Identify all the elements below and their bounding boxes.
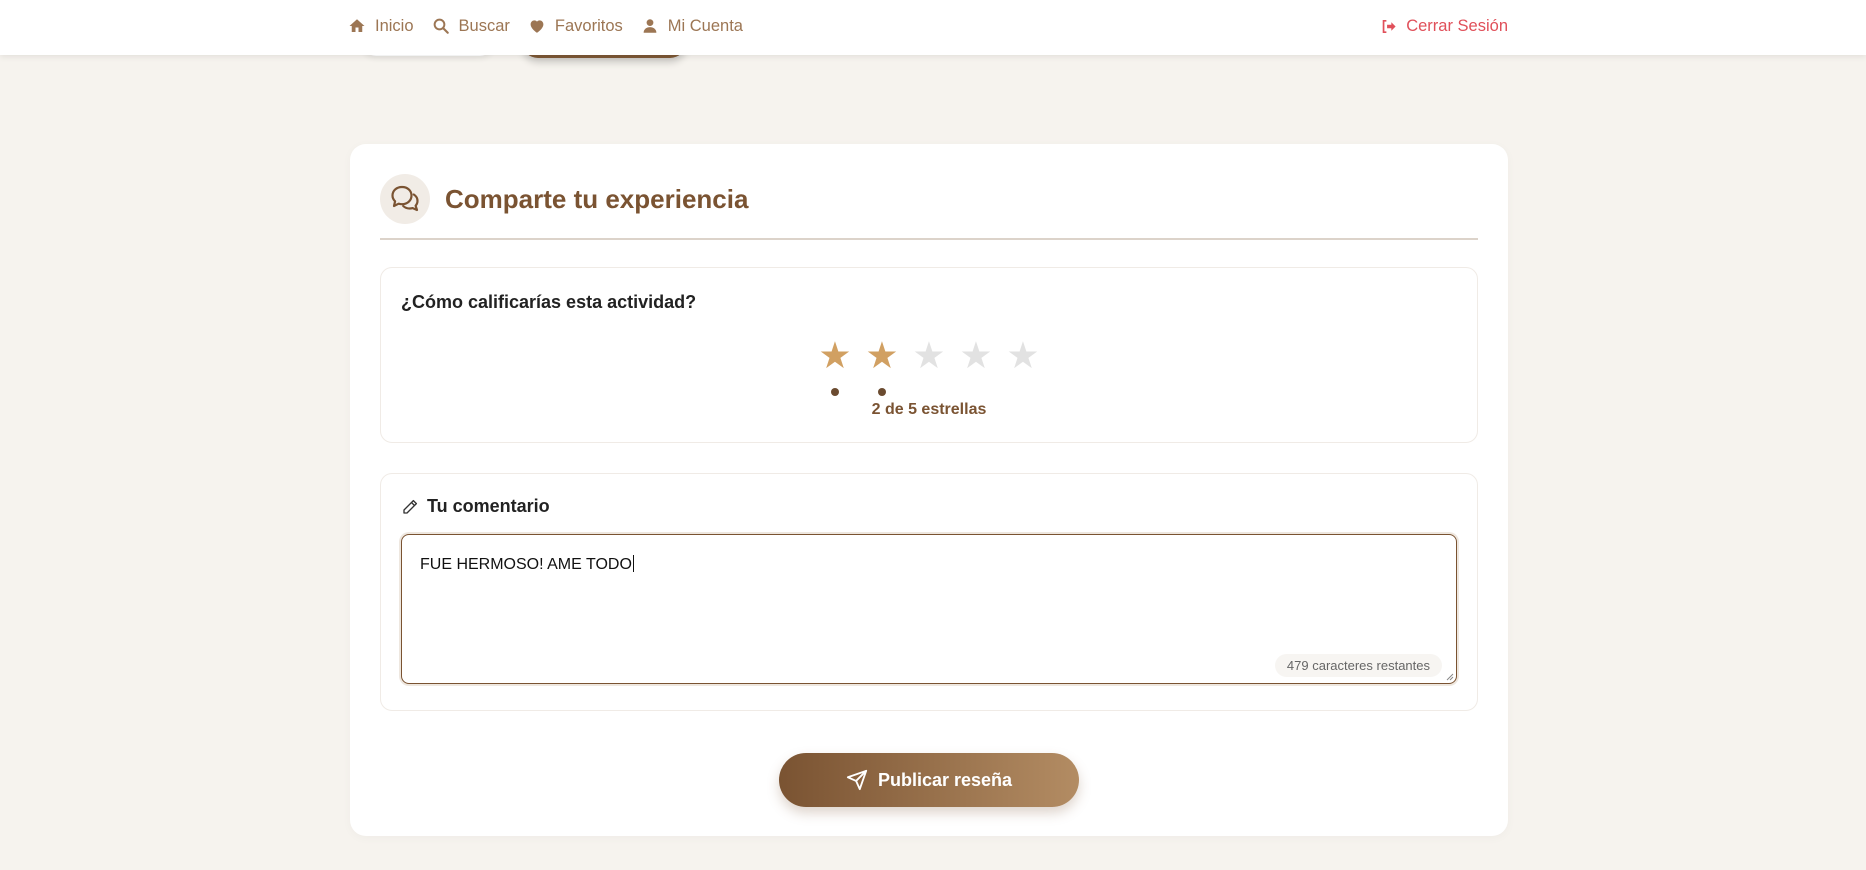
- rating-indicator: [381, 388, 1477, 396]
- nav-mi-cuenta[interactable]: Mi Cuenta: [641, 17, 743, 36]
- star-rating: ★ ★ ★ ★ ★: [381, 334, 1477, 378]
- star-5-icon[interactable]: ★: [1000, 334, 1047, 378]
- rating-section: ¿Cómo calificarías esta actividad? ★ ★ ★ ★ ★…: [380, 267, 1478, 443]
- star-2-icon[interactable]: ★: [859, 334, 906, 378]
- nav-favoritos-label: Favoritos: [554, 16, 623, 35]
- home-icon: [349, 19, 365, 32]
- card-title: Comparte tu experiencia: [445, 183, 749, 214]
- resize-handle-icon[interactable]: [1446, 673, 1454, 681]
- star-3-icon[interactable]: ★: [906, 334, 953, 378]
- star-1-icon[interactable]: ★: [812, 334, 859, 378]
- rating-dot-slot-5: [1000, 388, 1047, 396]
- pencil-icon: [403, 499, 418, 514]
- nav-inicio-label: Inicio: [375, 16, 414, 35]
- nav-buscar-label: Buscar: [458, 16, 510, 35]
- rating-dot-slot-4: [953, 388, 1000, 396]
- top-nav: Inicio Buscar Favoritos Mi Cuenta Cerrar…: [0, 0, 1866, 55]
- rating-dot-slot-1: [812, 388, 859, 396]
- nav-buscar[interactable]: Buscar: [432, 17, 510, 36]
- rating-dot-1: [831, 388, 839, 396]
- review-card: Comparte tu experiencia ¿Cómo calificarí…: [350, 144, 1508, 836]
- text-caret: [632, 555, 634, 572]
- rating-label: 2 de 5 estrellas: [871, 401, 987, 418]
- star-4-icon[interactable]: ★: [953, 334, 1000, 378]
- send-icon: [846, 769, 868, 791]
- rating-dot-slot-3: [906, 388, 953, 396]
- publish-label: Publicar reseña: [877, 769, 1013, 790]
- nav-mi-cuenta-label: Mi Cuenta: [667, 16, 743, 35]
- char-counter: 479 caracteres restantes: [1274, 654, 1442, 677]
- card-header: Comparte tu experiencia: [380, 174, 748, 224]
- nav-inicio[interactable]: Inicio: [348, 17, 414, 36]
- logout-label: Cerrar Sesión: [1406, 16, 1508, 35]
- rating-dot-2: [878, 388, 886, 396]
- heart-icon: [530, 20, 544, 33]
- logout-icon: [1382, 19, 1396, 33]
- comment-section: Tu comentario FUE HERMOSO! AME TODO 479 …: [380, 473, 1478, 711]
- nav-favoritos[interactable]: Favoritos: [528, 17, 623, 36]
- comment-textarea[interactable]: FUE HERMOSO! AME TODO 479 caracteres res…: [401, 534, 1457, 684]
- rating-dot-slot-2: [859, 388, 906, 396]
- comment-header: Tu comentario: [401, 496, 550, 517]
- user-icon: [643, 19, 657, 33]
- comment-label: Tu comentario: [427, 496, 550, 516]
- header-divider: [380, 238, 1478, 240]
- comment-text: FUE HERMOSO! AME TODO: [420, 556, 632, 573]
- publish-review-button[interactable]: Publicar reseña: [779, 753, 1079, 807]
- logout-link[interactable]: Cerrar Sesión: [1380, 0, 1508, 52]
- rating-question: ¿Cómo calificarías esta actividad?: [401, 292, 697, 312]
- nav-links: Inicio Buscar Favoritos Mi Cuenta: [348, 0, 761, 52]
- chat-icon: [380, 174, 430, 224]
- search-icon: [433, 18, 449, 34]
- comment-text-wrap: FUE HERMOSO! AME TODO: [420, 555, 634, 574]
